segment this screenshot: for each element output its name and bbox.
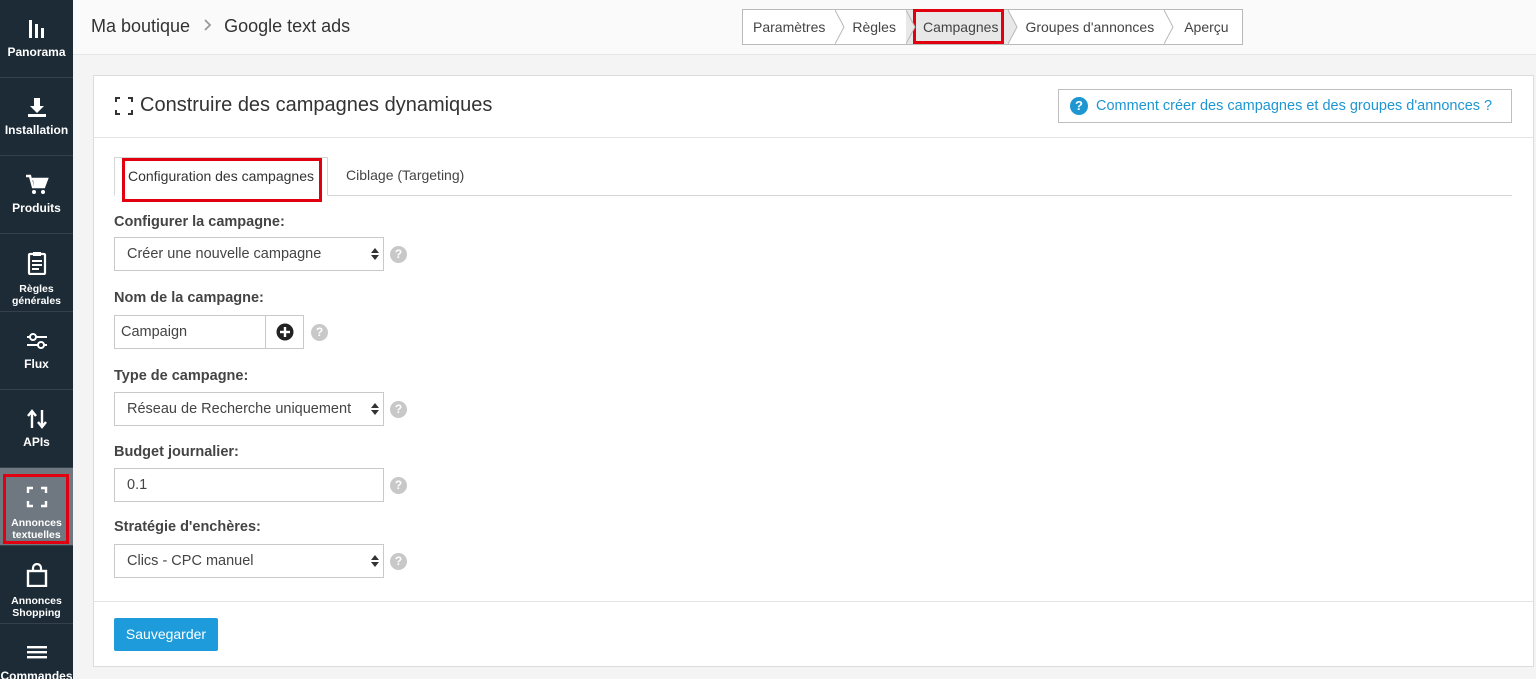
breadcrumb-shop[interactable]: Ma boutique — [91, 16, 190, 37]
save-button[interactable]: Sauvegarder — [114, 618, 218, 651]
sidebar-item-label: Commandes — [0, 669, 73, 679]
help-icon[interactable]: ? — [390, 401, 407, 418]
step-parametres[interactable]: Paramètres — [743, 10, 845, 44]
sidebar-item-annonces-shopping[interactable]: Annonces Shopping — [0, 546, 73, 624]
cart-icon — [25, 173, 49, 197]
highlight-frame — [913, 9, 1004, 44]
add-campaign-button[interactable] — [266, 316, 303, 348]
sidebar-item-flux[interactable]: Flux — [0, 312, 73, 390]
help-icon[interactable]: ? — [390, 553, 407, 570]
step-chevron-icon — [1164, 10, 1174, 44]
select-value: Clics - CPC manuel — [127, 553, 254, 569]
sidebar-item-label: Panorama — [7, 45, 66, 59]
sidebar-item-produits[interactable]: Produits — [0, 156, 73, 234]
tab-ciblage[interactable]: Ciblage (Targeting) — [346, 157, 464, 196]
download-icon — [26, 95, 48, 119]
sidebar-item-panorama[interactable]: Panorama — [0, 0, 73, 78]
bid-strategy-select[interactable]: Clics - CPC manuel — [114, 544, 384, 578]
step-groupes-annonces[interactable]: Groupes d'annonces — [1009, 10, 1174, 44]
help-icon[interactable]: ? — [311, 324, 328, 341]
campaign-type-select[interactable]: Réseau de Recherche uniquement — [114, 392, 384, 426]
top-header: Ma boutique Google text ads Paramètres R… — [73, 0, 1536, 55]
campaign-name-group: Campaign — [114, 315, 304, 349]
campaign-type-label: Type de campagne: — [114, 368, 249, 384]
sidebar-item-regles-generales[interactable]: Règles générales — [0, 234, 73, 312]
panel-header: Construire des campagnes dynamiques ? Co… — [94, 76, 1533, 138]
expand-corners-icon — [114, 96, 134, 116]
step-regles[interactable]: Règles — [836, 10, 916, 44]
help-icon[interactable]: ? — [390, 477, 407, 494]
step-chevron-icon — [905, 10, 916, 44]
clipboard-icon — [27, 251, 47, 275]
campaign-name-label: Nom de la campagne: — [114, 290, 264, 306]
bar-chart-icon — [27, 17, 47, 41]
shopping-bag-icon — [26, 563, 48, 587]
step-chevron-icon — [835, 10, 845, 44]
tab-bar: Configuration des campagnes Ciblage (Tar… — [114, 157, 1512, 196]
page-title: Construire des campagnes dynamiques — [114, 94, 492, 117]
sliders-icon — [26, 329, 48, 353]
campaign-panel: Construire des campagnes dynamiques ? Co… — [93, 75, 1534, 667]
step-label: Aperçu — [1184, 19, 1229, 35]
sidebar-item-label: Annonces Shopping — [11, 595, 62, 619]
help-link-text: Comment créer des campagnes et des group… — [1096, 98, 1493, 114]
highlight-frame — [122, 158, 322, 202]
sidebar-item-label: APIs — [23, 435, 50, 449]
breadcrumb-current: Google text ads — [224, 16, 351, 36]
step-label: Paramètres — [753, 19, 826, 35]
select-value: Créer une nouvelle campagne — [127, 246, 322, 262]
chevron-right-icon — [204, 18, 212, 36]
question-circle-icon: ? — [1070, 97, 1088, 115]
panel-footer: Sauvegarder — [94, 601, 1533, 666]
sidebar-item-installation[interactable]: Installation — [0, 78, 73, 156]
step-apercu[interactable]: Aperçu — [1165, 10, 1241, 44]
step-label: Règles — [852, 19, 896, 35]
bid-strategy-label: Stratégie d'enchères: — [114, 519, 261, 535]
configure-campaign-select[interactable]: Créer une nouvelle campagne — [114, 237, 384, 271]
sidebar-item-commandes[interactable]: Commandes — [0, 624, 73, 679]
step-label: Groupes d'annonces — [1025, 19, 1155, 35]
plus-circle-icon — [276, 323, 293, 341]
breadcrumb: Ma boutique Google text ads — [91, 16, 350, 37]
help-link-button[interactable]: ? Comment créer des campagnes et des gro… — [1058, 89, 1512, 123]
page-title-text: Construire des campagnes dynamiques — [140, 94, 493, 116]
sidebar-item-label: Produits — [12, 201, 61, 215]
sidebar-item-label: Installation — [4, 123, 69, 137]
select-arrows-icon — [371, 248, 379, 260]
configure-campaign-label: Configurer la campagne: — [114, 214, 285, 230]
select-arrows-icon — [371, 555, 379, 567]
step-chevron-icon — [1008, 10, 1019, 44]
select-arrows-icon — [371, 403, 379, 415]
sidebar-item-label: Règles générales — [11, 283, 62, 307]
campaign-name-input[interactable]: Campaign — [115, 316, 266, 348]
help-icon[interactable]: ? — [390, 246, 407, 263]
daily-budget-label: Budget journalier: — [114, 444, 239, 460]
select-value: Réseau de Recherche uniquement — [127, 401, 352, 417]
daily-budget-input[interactable]: 0.1 — [114, 468, 384, 502]
sidebar-item-label: Flux — [24, 357, 49, 371]
highlight-frame — [3, 474, 69, 544]
sidebar: Panorama Installation Produits Règles gé… — [0, 0, 73, 679]
arrows-up-down-icon — [26, 407, 48, 431]
sidebar-item-apis[interactable]: APIs — [0, 390, 73, 468]
list-icon — [26, 641, 48, 665]
